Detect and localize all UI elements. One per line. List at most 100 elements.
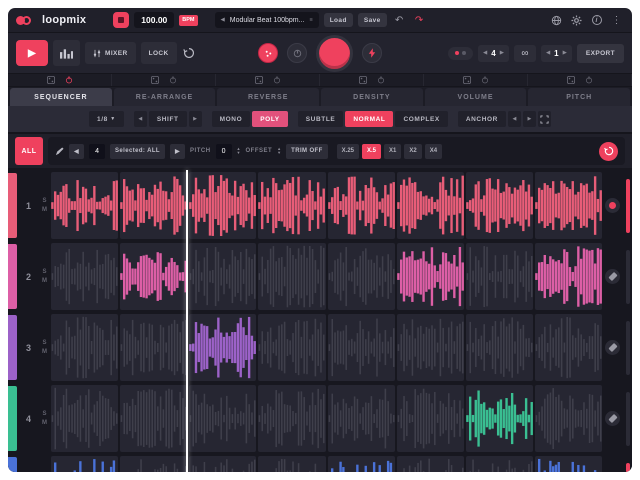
bars-prev-icon[interactable]: ◀	[483, 50, 487, 56]
settings-gear-icon[interactable]	[569, 13, 584, 28]
loop-cell[interactable]	[51, 314, 119, 382]
loop-cell[interactable]	[51, 385, 119, 453]
dice-icon[interactable]	[566, 76, 575, 84]
dice-icon[interactable]	[254, 76, 263, 84]
track-color-strip[interactable]	[8, 386, 17, 452]
dice-icon[interactable]	[150, 76, 159, 84]
loop-cell[interactable]	[327, 456, 395, 472]
shift-button[interactable]: SHIFT	[148, 111, 187, 127]
speed-x5[interactable]: X.5	[362, 143, 382, 159]
tab-sequencer[interactable]: SEQUENCER	[10, 88, 112, 106]
sync-icon[interactable]	[182, 46, 197, 61]
power-icon[interactable]	[273, 76, 281, 84]
eraser-icon[interactable]	[605, 340, 620, 356]
mute-button[interactable]: M	[42, 207, 47, 213]
tab-re-arrange[interactable]: RE-ARRANGE	[113, 88, 216, 106]
dice-pad-button[interactable]	[258, 43, 278, 63]
menu-kebab-icon[interactable]: ⋮	[609, 13, 624, 28]
preset-selector[interactable]: ◀ Modular Beat 100bpm... ≡	[214, 12, 319, 28]
undo-icon[interactable]: ↶	[392, 13, 407, 28]
normal-button[interactable]: NORMAL	[345, 111, 394, 127]
offset-stepper[interactable]: ▲ ▼	[277, 147, 281, 155]
dice-icon[interactable]	[462, 76, 471, 84]
anchor-button[interactable]: ANCHOR	[457, 111, 506, 127]
dice-icon[interactable]	[46, 76, 55, 84]
main-trigger-pad[interactable]	[316, 34, 353, 72]
loop-cell[interactable]	[189, 314, 257, 382]
loop-cell[interactable]	[120, 243, 188, 311]
step-view-button[interactable]	[53, 40, 80, 66]
bars-next-icon[interactable]: ▶	[500, 50, 504, 56]
export-button[interactable]: EXPORT	[576, 43, 624, 63]
selection-prev-icon[interactable]: ◀	[69, 143, 85, 159]
pitch-value[interactable]: 0	[215, 143, 232, 159]
loop-cell[interactable]	[327, 243, 395, 311]
subtle-button[interactable]: SUBTLE	[297, 111, 344, 127]
mode-knob[interactable]	[287, 43, 307, 63]
loop-cell[interactable]	[258, 314, 326, 382]
prev-preset-icon[interactable]: ◀	[221, 17, 225, 23]
loop-cell[interactable]	[189, 172, 257, 240]
page-stepper[interactable]: ◀ 1 ▶	[540, 44, 572, 62]
playhead[interactable]	[186, 170, 188, 472]
loop-cell[interactable]	[120, 172, 188, 240]
loop-infinite-button[interactable]: ∞	[513, 44, 536, 62]
page-dots[interactable]	[448, 46, 474, 60]
loop-cell[interactable]	[327, 172, 395, 240]
mono-button[interactable]: MONO	[211, 111, 251, 127]
bpm-display[interactable]: 100.00	[134, 12, 175, 28]
track-number[interactable]: 5	[19, 455, 38, 472]
save-button[interactable]: Save	[357, 13, 387, 27]
complex-button[interactable]: COMPLEX	[395, 111, 448, 127]
speed-x1[interactable]: X1	[384, 143, 402, 159]
track-number[interactable]: 4	[19, 384, 38, 453]
mixer-button[interactable]: MIXER	[85, 42, 136, 64]
record-arm-icon[interactable]	[605, 198, 620, 214]
dice-icon[interactable]	[358, 76, 367, 84]
shift-left-icon[interactable]: ◀	[133, 111, 147, 127]
lock-button[interactable]: LOCK	[140, 42, 177, 64]
tab-volume[interactable]: VOLUME	[424, 88, 527, 106]
solo-button[interactable]: S	[42, 340, 46, 346]
loop-cell[interactable]	[396, 456, 464, 472]
speed-x2[interactable]: X2	[404, 143, 422, 159]
loop-cell[interactable]	[51, 456, 119, 472]
loop-cell[interactable]	[189, 243, 257, 311]
loop-cell[interactable]	[51, 172, 119, 240]
loop-cell[interactable]	[534, 385, 602, 453]
mute-button[interactable]: M	[42, 278, 47, 284]
loop-cell[interactable]	[327, 314, 395, 382]
loop-cell[interactable]	[120, 385, 188, 453]
loop-cell[interactable]	[534, 456, 602, 472]
track-number[interactable]: 2	[19, 242, 38, 311]
loop-cell[interactable]	[465, 172, 533, 240]
speed-x25[interactable]: X.25	[336, 143, 360, 159]
loop-cell[interactable]	[534, 314, 602, 382]
loop-cell[interactable]	[120, 314, 188, 382]
power-icon[interactable]	[169, 76, 177, 84]
solo-button[interactable]: S	[42, 411, 46, 417]
loop-cell[interactable]	[258, 385, 326, 453]
globe-icon[interactable]	[549, 13, 564, 28]
fx-trigger-button[interactable]	[362, 43, 382, 63]
track-color-strip[interactable]	[8, 315, 17, 381]
tab-density[interactable]: DENSITY	[321, 88, 423, 106]
loop-cell[interactable]	[396, 385, 464, 453]
loop-cell[interactable]	[534, 243, 602, 311]
tab-pitch[interactable]: PITCH	[528, 88, 631, 106]
redo-icon[interactable]: ↷	[412, 13, 427, 28]
selection-next-icon[interactable]: ▶	[170, 143, 186, 159]
select-all-button[interactable]: ALL	[15, 137, 43, 165]
loop-cell[interactable]	[189, 385, 257, 453]
poly-button[interactable]: POLY	[252, 111, 288, 127]
mute-button[interactable]: M	[42, 420, 47, 426]
preset-list-icon[interactable]: ≡	[309, 17, 312, 23]
bars-stepper[interactable]: ◀ 4 ▶	[478, 44, 509, 62]
speed-x4[interactable]: X4	[424, 143, 443, 159]
loop-cell[interactable]	[258, 172, 326, 240]
track-number[interactable]: 1	[19, 171, 38, 240]
loop-cell[interactable]	[396, 172, 464, 240]
rate-select[interactable]: 1/8 ▼	[89, 111, 124, 127]
page-prev-icon[interactable]: ◀	[546, 50, 550, 56]
track-color-strip[interactable]	[8, 173, 17, 239]
